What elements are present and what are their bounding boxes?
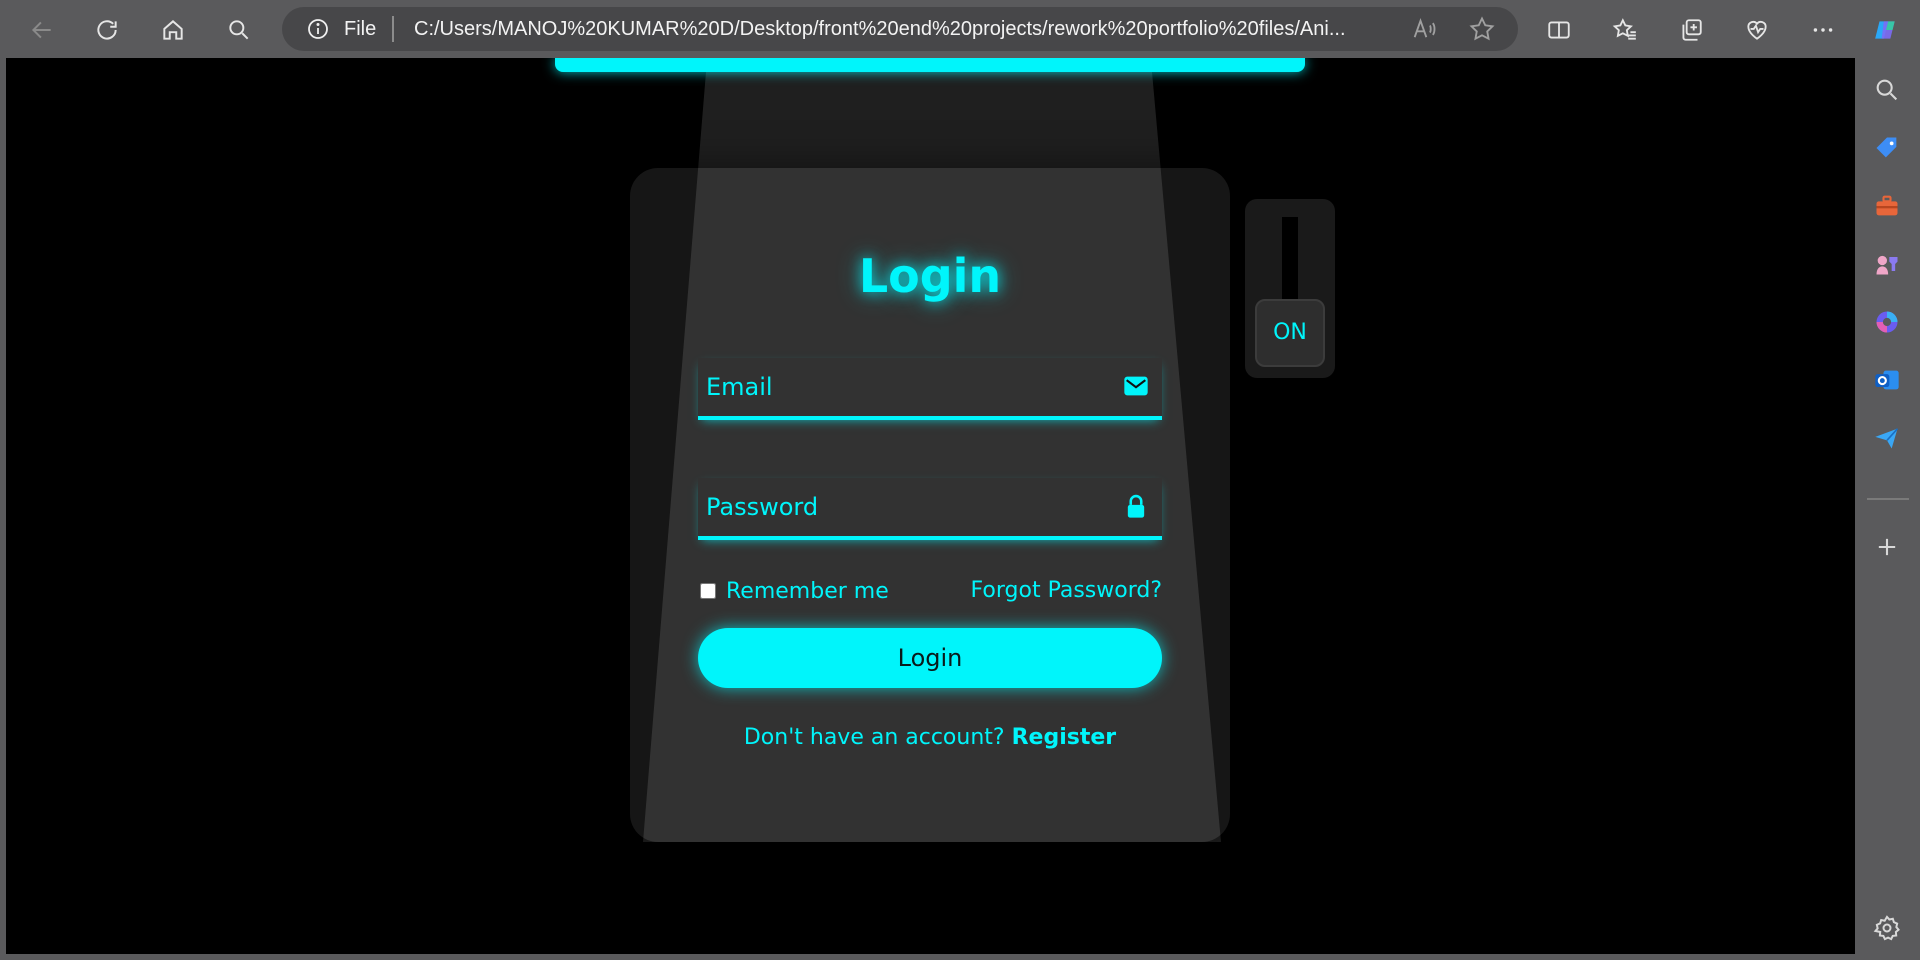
login-title: Login (858, 249, 1002, 303)
register-link[interactable]: Register (1012, 725, 1117, 750)
toggle-knob[interactable]: ON (1255, 299, 1325, 367)
email-input[interactable] (704, 366, 1108, 408)
password-input[interactable] (704, 486, 1108, 528)
refresh-icon[interactable] (89, 12, 125, 48)
outlook-icon[interactable] (1871, 364, 1903, 396)
address-bar[interactable]: File C:/Users/MANOJ%20KUMAR%20D/Desktop/… (282, 7, 1518, 51)
lock-icon (1122, 492, 1150, 520)
register-prompt-text: Don't have an account? (743, 725, 1005, 750)
register-prompt-line: Don't have an account? Register (630, 723, 1230, 753)
back-icon[interactable] (24, 12, 60, 48)
toggle-track (1282, 217, 1298, 299)
read-aloud-icon[interactable] (1410, 15, 1438, 43)
info-icon[interactable] (306, 17, 330, 41)
remember-me-row: Remember me (698, 576, 889, 606)
page-viewport: Login Remember me Forgot Password? Login… (6, 58, 1855, 954)
email-field-wrapper (698, 358, 1162, 420)
microsoft365-icon[interactable] (1871, 306, 1903, 338)
drop-icon[interactable] (1871, 422, 1903, 454)
login-card: Login Remember me Forgot Password? Login… (630, 168, 1230, 842)
favorite-star-icon[interactable] (1468, 15, 1496, 43)
address-scheme-label: File (344, 18, 377, 40)
split-screen-icon[interactable] (1541, 12, 1577, 48)
address-separator (392, 16, 394, 42)
collections-icon[interactable] (1673, 12, 1709, 48)
browser-essentials-icon[interactable] (1739, 12, 1775, 48)
search-icon[interactable] (221, 12, 257, 48)
remember-me-label: Remember me (726, 578, 889, 604)
remember-me-checkbox[interactable] (700, 583, 716, 599)
forgot-password-link[interactable]: Forgot Password? (971, 576, 1162, 606)
address-url[interactable]: C:/Users/MANOJ%20KUMAR%20D/Desktop/front… (414, 17, 1372, 41)
shopping-tag-icon[interactable] (1871, 132, 1903, 164)
mail-icon (1122, 372, 1150, 400)
add-icon[interactable] (1871, 531, 1903, 563)
login-button[interactable]: Login (698, 628, 1162, 688)
password-field-wrapper (698, 478, 1162, 540)
games-icon[interactable] (1871, 248, 1903, 280)
settings-icon[interactable] (1871, 912, 1903, 944)
browser-sidebar (1855, 58, 1920, 960)
tools-icon[interactable] (1871, 190, 1903, 222)
sidebar-divider (1867, 498, 1909, 500)
favorites-icon[interactable] (1607, 12, 1643, 48)
search-icon[interactable] (1871, 74, 1903, 106)
copilot-icon[interactable] (1868, 12, 1904, 48)
lamp-toggle-switch[interactable]: ON (1245, 199, 1335, 378)
more-icon[interactable] (1805, 12, 1841, 48)
browser-toolbar: File C:/Users/MANOJ%20KUMAR%20D/Desktop/… (0, 0, 1920, 58)
lamp-glow-bar (555, 58, 1305, 72)
home-icon[interactable] (155, 12, 191, 48)
